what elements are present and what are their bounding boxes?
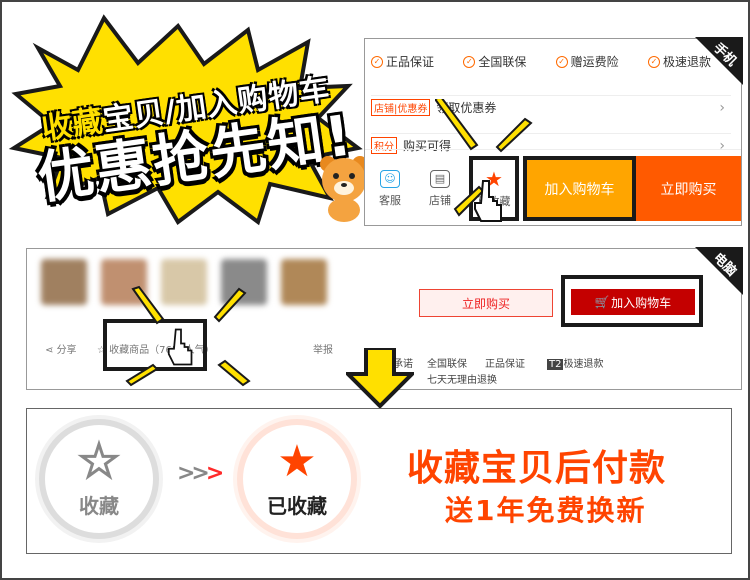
share-link[interactable]: ⋖ 分享 [45,341,77,356]
promo-image: 收藏宝贝/加入购物车 优惠抢先知! 手机 ✓ 正品保证 ✓ 全国联保 ✓ 赠运费险 ✓… [0,0,750,580]
guarantee-text: T2 极速退款 [547,359,604,370]
add-to-cart-button[interactable]: 加入购物车 [523,156,636,221]
buy-now-button[interactable]: 立即购买 [636,156,741,221]
mobile-panel: 手机 ✓ 正品保证 ✓ 全国联保 ✓ 赠运费险 ✓ 极速退款 店铺|优惠券 领取优惠券 … [364,37,743,227]
promo-line-1: 收藏宝贝后付款 [407,448,667,489]
coupon-row[interactable]: 店铺|优惠券 领取优惠券 › [371,95,731,119]
report-link[interactable]: 举报 [313,341,333,356]
pointer-hand-icon [167,328,193,366]
add-to-cart-frame: 🛒 加入购物车 [561,275,703,327]
guarantee-item: ✓ 极速退款 [647,53,711,70]
check-icon: ✓ [555,55,568,68]
chevron-arrows-icon: >>> [177,461,224,486]
favorite-after-circle: ★ 已收藏 [237,419,357,539]
favorite-promo-panel: ★ 收藏 >>> ★ 已收藏 收藏宝贝后付款 送1年免费换新 [26,408,732,554]
chevron-right-icon: › [719,99,725,116]
guarantee-row: ✓ 正品保证 ✓ 全国联保 ✓ 赠运费险 ✓ 极速退款 [371,53,711,70]
mobile-action-bar: ☺ 客服 ▤ 店铺 ★ 已收藏 加入购物车 立即购买 [365,149,741,227]
check-icon: ✓ [647,55,660,68]
thumbnail-image[interactable] [41,259,87,305]
guarantee-item: ✓ 赠运费险 [555,53,619,70]
coupon-tag: 店铺|优惠券 [371,99,431,116]
guarantee-item: ✓ 正品保证 [371,53,434,70]
cart-icon: 🛒 [594,295,612,309]
down-arrow-icon [346,348,414,408]
guarantee-text: 全国联保 [427,359,467,370]
star-filled-icon: ★ [277,435,317,487]
promo-line-2: 送1年免费换新 [445,494,647,527]
buy-now-button[interactable]: 立即购买 [419,289,553,317]
guarantee-item: ✓ 全国联保 [463,53,526,70]
pointer-hand-icon [474,180,502,222]
check-icon: ✓ [371,55,383,68]
add-to-cart-button[interactable]: 🛒 加入购物车 [571,289,695,315]
chat-icon: ☺ [380,169,400,188]
star-outline-icon: ★ [78,435,120,487]
thumbnail-image[interactable] [281,259,327,305]
guarantee-text: 七天无理由退换 [427,375,497,386]
service-tab[interactable]: ☺ 客服 [365,150,415,227]
guarantee-text: 正品保证 [485,359,525,370]
favorite-before-circle: ★ 收藏 [39,419,159,539]
check-icon: ✓ [463,55,476,68]
